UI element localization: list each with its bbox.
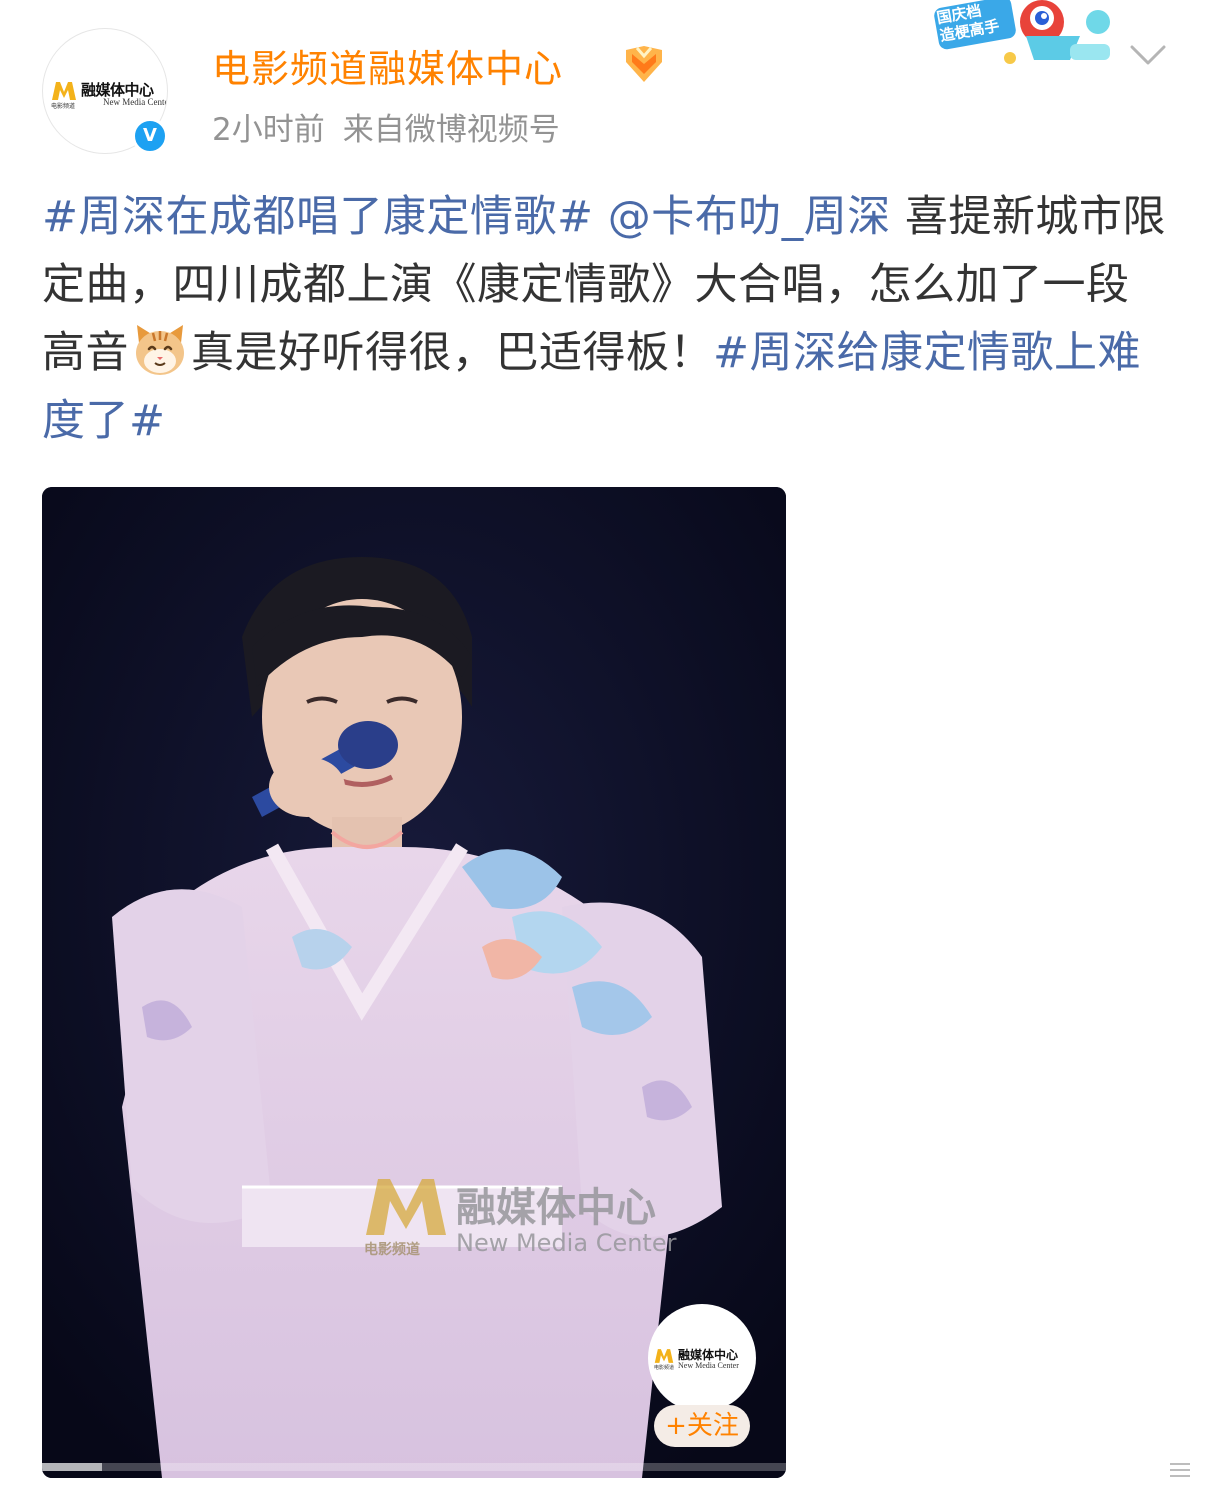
post-source[interactable]: 来自微博视频号: [343, 112, 560, 148]
more-options-icon[interactable]: [1164, 1454, 1196, 1486]
video-progress-fill: [42, 1463, 102, 1471]
mention-link[interactable]: @卡布叻_周深: [608, 192, 891, 242]
watermark-m-icon: [366, 1179, 446, 1235]
follow-button[interactable]: +关注: [654, 1405, 750, 1447]
video-progress-bar[interactable]: [42, 1463, 786, 1471]
watermark-text-sub: 电影频道: [364, 1242, 420, 1258]
post-text: #周深在成都唱了康定情歌# @卡布叻_周深 喜提新城市限定曲，四川成都上演《康定…: [42, 183, 1172, 455]
video-player[interactable]: 融媒体中心 New Media Center 电影频道 融媒体中心 电影频道 N…: [42, 487, 786, 1478]
avatar-logo-sub: 电影频道: [51, 103, 76, 110]
post-meta: 2小时前 来自微博视频号: [212, 104, 560, 149]
post-time: 2小时前: [212, 112, 325, 148]
chevron-down-icon[interactable]: [1128, 42, 1168, 68]
watermark-text-cn: 融媒体中心: [456, 1185, 656, 1231]
verified-v-icon: V: [132, 118, 168, 154]
follow-avatar[interactable]: 融媒体中心 电影频道 New Media Center: [648, 1304, 756, 1412]
vip-rank-icon[interactable]: [622, 44, 666, 84]
hashtag-link[interactable]: #周深在成都唱了康定情歌#: [42, 192, 594, 242]
watermark-text-en: New Media Center: [456, 1229, 677, 1257]
cat-face-emoji-icon: [136, 325, 184, 375]
post-body-text-2: 真是好听得很，巴适得板！: [191, 328, 713, 378]
follow-avatar-logo: 融媒体中心 电影频道 New Media Center: [654, 1346, 754, 1372]
username[interactable]: 电影频道融媒体中心: [212, 38, 563, 93]
m-logo-icon: [654, 1349, 674, 1363]
follow-avatar-en: New Media Center: [678, 1361, 739, 1370]
avatar-logo-en: New Media Center: [103, 97, 168, 107]
m-logo-icon: [52, 82, 76, 100]
avatar-logo: 融媒体中心 电影频道 New Media Center: [51, 77, 167, 110]
event-badge[interactable]: 国庆档 造梗高手: [930, 0, 1120, 72]
follow-avatar-sub: 电影频道: [654, 1365, 675, 1371]
